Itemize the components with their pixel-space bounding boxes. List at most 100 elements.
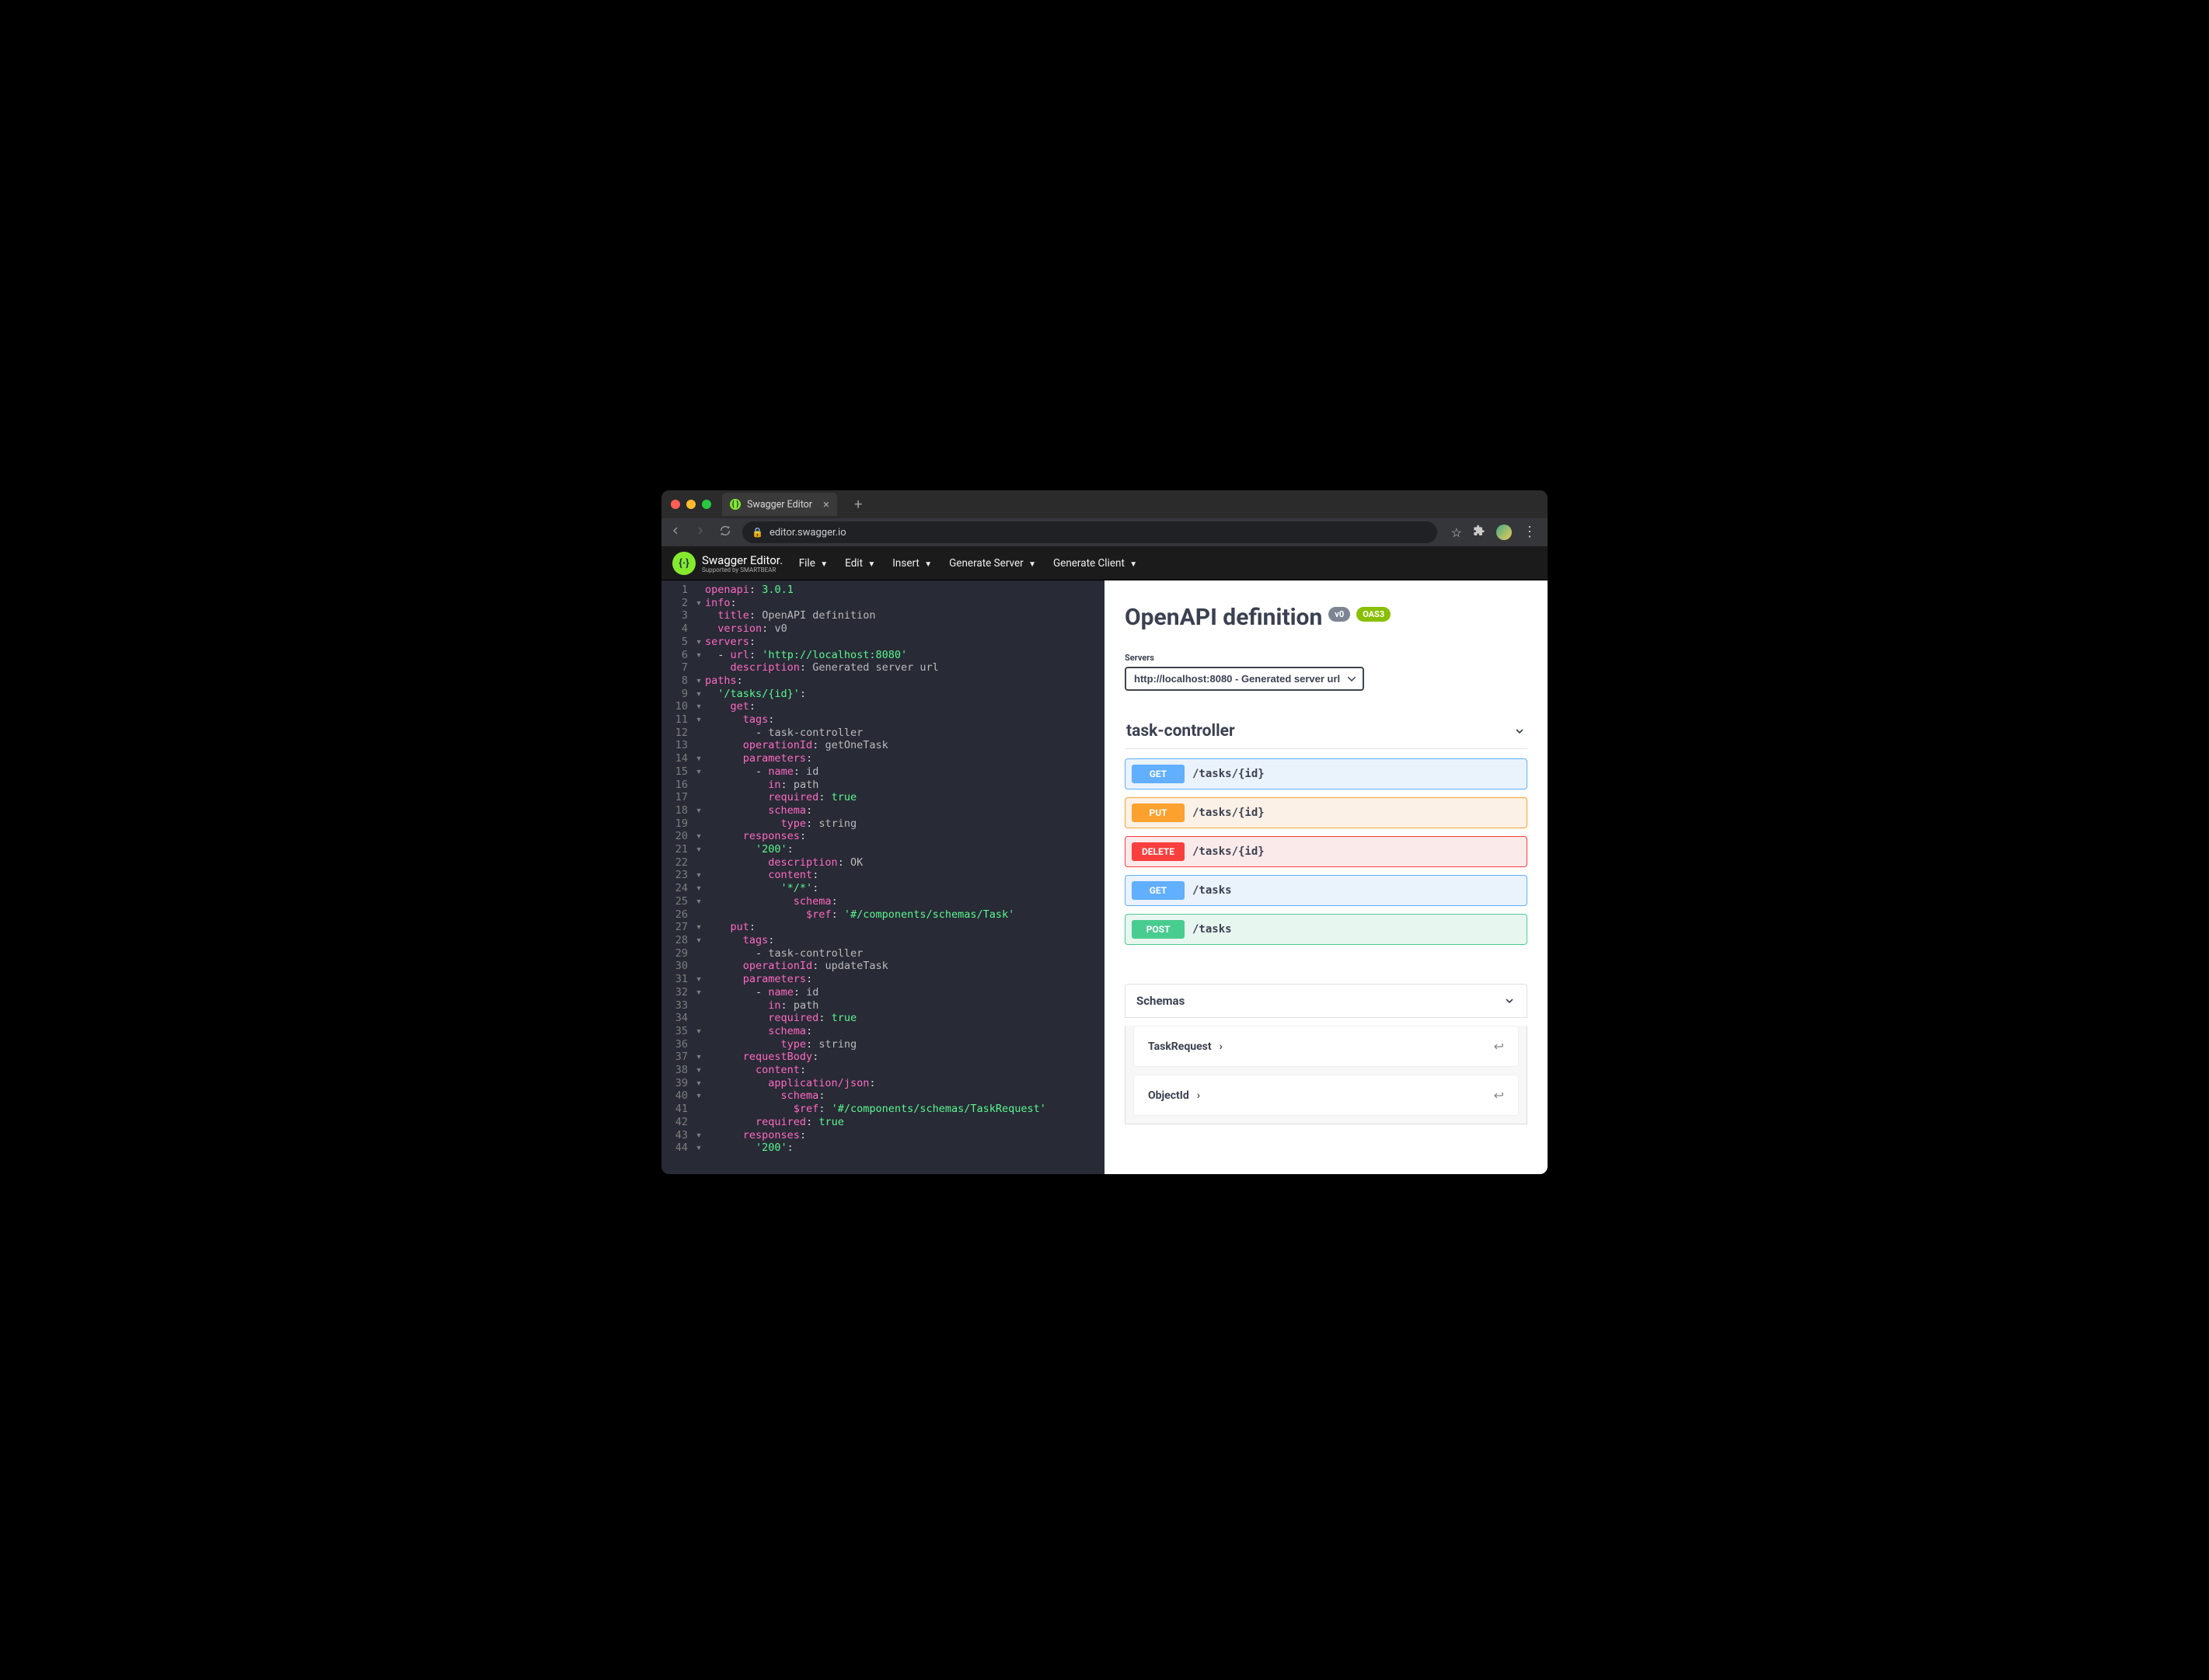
- profile-avatar[interactable]: [1496, 525, 1512, 540]
- code-line[interactable]: 40▾ schema:: [661, 1089, 1104, 1103]
- logo-title: Swagger Editor: [702, 553, 780, 567]
- schema-name: ObjectId ›: [1148, 1089, 1200, 1102]
- back-button[interactable]: [669, 525, 682, 540]
- swagger-logo-icon: {·}: [672, 552, 696, 575]
- method-badge: PUT: [1132, 803, 1185, 822]
- schemas-title: Schemas: [1136, 994, 1185, 1008]
- code-line[interactable]: 27▾ put:: [661, 921, 1104, 934]
- url-input[interactable]: 🔒 editor.swagger.io: [742, 521, 1437, 543]
- code-line[interactable]: 32▾ - name: id: [661, 986, 1104, 999]
- code-line[interactable]: 37▾ requestBody:: [661, 1051, 1104, 1064]
- code-line[interactable]: 43▾ responses:: [661, 1129, 1104, 1142]
- yaml-editor[interactable]: 1 openapi: 3.0.12▾info:3 title: OpenAPI …: [661, 580, 1104, 1174]
- code-line[interactable]: 44▾ '200':: [661, 1141, 1104, 1155]
- browser-menu-icon[interactable]: ⋮: [1523, 525, 1537, 539]
- menu-file[interactable]: File ▼: [799, 557, 828, 570]
- url-text: editor.swagger.io: [769, 527, 846, 539]
- code-line[interactable]: 23▾ content:: [661, 869, 1104, 882]
- code-line[interactable]: 5▾servers:: [661, 636, 1104, 649]
- code-line[interactable]: 21▾ '200':: [661, 843, 1104, 856]
- method-badge: GET: [1132, 881, 1185, 900]
- code-line[interactable]: 7 description: Generated server url: [661, 661, 1104, 674]
- version-badge: v0: [1328, 607, 1350, 622]
- menu-generate-client[interactable]: Generate Client ▼: [1053, 557, 1137, 570]
- schemas-header[interactable]: Schemas: [1125, 984, 1527, 1018]
- code-line[interactable]: 24▾ '*/*':: [661, 882, 1104, 895]
- code-line[interactable]: 1 openapi: 3.0.1: [661, 584, 1104, 597]
- schema-taskrequest[interactable]: TaskRequest ›↩: [1133, 1026, 1519, 1067]
- traffic-lights: [671, 500, 711, 509]
- operation-get-tasks[interactable]: GET/tasks: [1125, 875, 1527, 906]
- title-bar: { } Swagger Editor × +: [661, 490, 1548, 518]
- new-tab-button[interactable]: +: [848, 497, 868, 513]
- extensions-icon[interactable]: [1473, 525, 1485, 540]
- api-title: OpenAPI definition v0 OAS3: [1125, 604, 1527, 631]
- browser-tab[interactable]: { } Swagger Editor ×: [722, 493, 837, 516]
- code-line[interactable]: 11▾ tags:: [661, 713, 1104, 727]
- address-bar: 🔒 editor.swagger.io ☆ ⋮: [661, 518, 1548, 546]
- swagger-logo: {·} Swagger Editor. Supported by SMARTBE…: [672, 552, 783, 575]
- code-line[interactable]: 10▾ get:: [661, 700, 1104, 713]
- code-line[interactable]: 25▾ schema:: [661, 895, 1104, 908]
- method-badge: POST: [1132, 920, 1185, 939]
- code-line[interactable]: 22 description: OK: [661, 856, 1104, 870]
- reload-button[interactable]: [719, 525, 731, 540]
- menu-insert[interactable]: Insert ▼: [892, 557, 932, 570]
- code-line[interactable]: 8▾paths:: [661, 674, 1104, 688]
- code-line[interactable]: 20▾ responses:: [661, 830, 1104, 843]
- code-line[interactable]: 14▾ parameters:: [661, 752, 1104, 765]
- code-line[interactable]: 38▾ content:: [661, 1064, 1104, 1077]
- minimize-window-button[interactable]: [686, 500, 696, 509]
- code-line[interactable]: 18▾ schema:: [661, 804, 1104, 817]
- tab-title: Swagger Editor: [747, 499, 812, 511]
- swagger-ui-preview[interactable]: OpenAPI definition v0 OAS3 Servers http:…: [1104, 580, 1548, 1174]
- code-line[interactable]: 31▾ parameters:: [661, 973, 1104, 986]
- close-window-button[interactable]: [671, 500, 680, 509]
- maximize-window-button[interactable]: [702, 500, 711, 509]
- browser-window: { } Swagger Editor × + 🔒 editor.swagger.…: [661, 490, 1548, 1174]
- code-line[interactable]: 39▾ application/json:: [661, 1077, 1104, 1090]
- code-line[interactable]: 41 $ref: '#/components/schemas/TaskReque…: [661, 1103, 1104, 1116]
- swagger-topbar: {·} Swagger Editor. Supported by SMARTBE…: [661, 546, 1548, 580]
- code-line[interactable]: 42 required: true: [661, 1116, 1104, 1129]
- code-line[interactable]: 28▾ tags:: [661, 934, 1104, 947]
- lock-icon: 🔒: [752, 527, 763, 538]
- code-line[interactable]: 17 required: true: [661, 791, 1104, 804]
- tag-name: task-controller: [1126, 722, 1235, 741]
- code-line[interactable]: 36 type: string: [661, 1038, 1104, 1051]
- operation-get-tasks--id-[interactable]: GET/tasks/{id}: [1125, 758, 1527, 789]
- close-tab-icon[interactable]: ×: [823, 497, 829, 511]
- code-line[interactable]: 12 - task-controller: [661, 727, 1104, 740]
- server-select[interactable]: http://localhost:8080 - Generated server…: [1125, 667, 1364, 691]
- bookmark-star-icon[interactable]: ☆: [1451, 525, 1462, 540]
- operation-post-tasks[interactable]: POST/tasks: [1125, 914, 1527, 945]
- favicon-icon: { }: [730, 499, 741, 510]
- code-line[interactable]: 6▾ - url: 'http://localhost:8080': [661, 649, 1104, 662]
- code-line[interactable]: 29 - task-controller: [661, 947, 1104, 960]
- method-badge: GET: [1132, 765, 1185, 783]
- code-line[interactable]: 26 $ref: '#/components/schemas/Task': [661, 908, 1104, 922]
- operation-delete-tasks--id-[interactable]: DELETE/tasks/{id}: [1125, 836, 1527, 867]
- code-line[interactable]: 33 in: path: [661, 999, 1104, 1013]
- code-line[interactable]: 4 version: v0: [661, 622, 1104, 636]
- chevron-down-icon: [1513, 725, 1526, 737]
- logo-subtitle: Supported by SMARTBEAR: [702, 566, 783, 573]
- tag-header[interactable]: task-controller: [1125, 714, 1527, 749]
- schema-objectid[interactable]: ObjectId ›↩: [1133, 1075, 1519, 1116]
- code-line[interactable]: 13 operationId: getOneTask: [661, 739, 1104, 752]
- menu-edit[interactable]: Edit ▼: [845, 557, 875, 570]
- code-line[interactable]: 19 type: string: [661, 817, 1104, 831]
- code-line[interactable]: 30 operationId: updateTask: [661, 960, 1104, 973]
- code-line[interactable]: 15▾ - name: id: [661, 765, 1104, 779]
- forward-button[interactable]: [694, 525, 707, 540]
- operations-list: GET/tasks/{id} PUT/tasks/{id} DELETE/tasks…: [1125, 749, 1527, 971]
- workspace: 1 openapi: 3.0.12▾info:3 title: OpenAPI …: [661, 580, 1548, 1174]
- code-line[interactable]: 2▾info:: [661, 597, 1104, 610]
- code-line[interactable]: 9▾ '/tasks/{id}':: [661, 688, 1104, 701]
- operation-put-tasks--id-[interactable]: PUT/tasks/{id}: [1125, 797, 1527, 828]
- menu-generate-server[interactable]: Generate Server ▼: [949, 557, 1036, 570]
- code-line[interactable]: 3 title: OpenAPI definition: [661, 609, 1104, 622]
- code-line[interactable]: 35▾ schema:: [661, 1025, 1104, 1038]
- code-line[interactable]: 34 required: true: [661, 1012, 1104, 1025]
- code-line[interactable]: 16 in: path: [661, 779, 1104, 792]
